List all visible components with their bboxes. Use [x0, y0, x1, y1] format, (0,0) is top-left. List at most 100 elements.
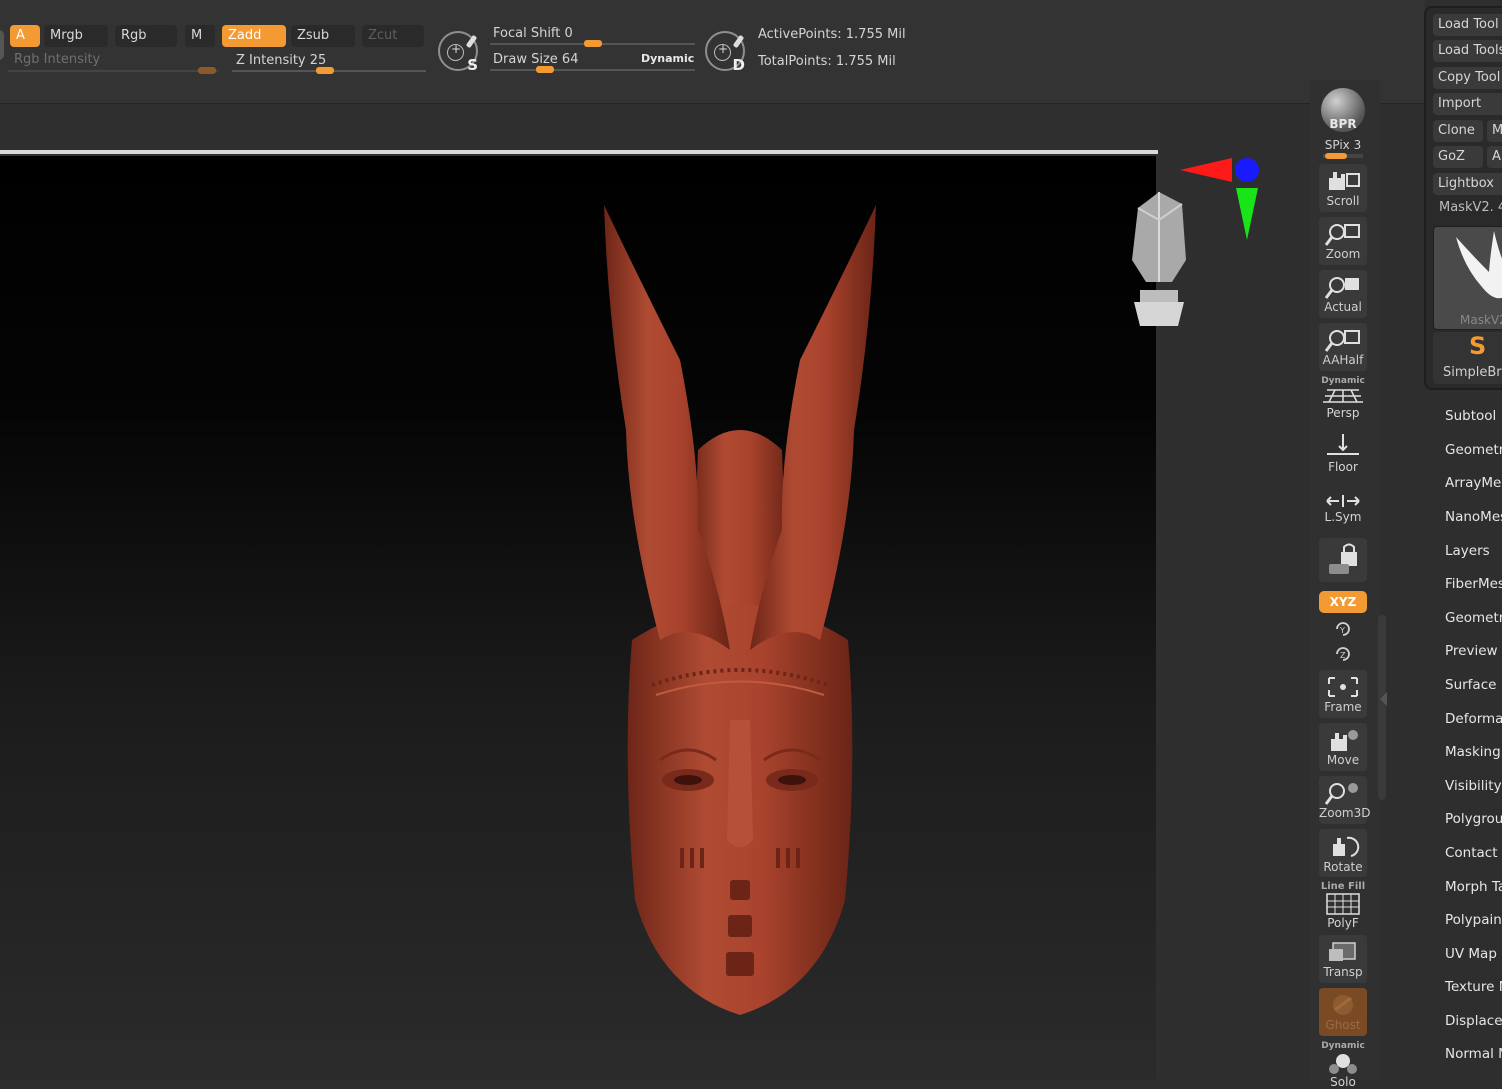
- aahalf-label: AAHalf: [1322, 353, 1364, 367]
- menu-geometry[interactable]: Geometry: [1445, 442, 1502, 458]
- menu-masking[interactable]: Masking: [1445, 744, 1501, 760]
- draw-size-slider[interactable]: [490, 69, 695, 71]
- simplebrush-thumbnail[interactable]: S SimpleBrush: [1433, 332, 1502, 384]
- left-horn: [604, 205, 730, 650]
- menu-normal-map[interactable]: Normal Map: [1445, 1046, 1502, 1062]
- d-key-label: D: [732, 56, 745, 74]
- make-polymesh-button[interactable]: M: [1487, 120, 1502, 142]
- z-rotation-button[interactable]: Z: [1318, 645, 1368, 663]
- floor-label: Floor: [1328, 460, 1358, 474]
- frame-button[interactable]: Frame: [1319, 670, 1367, 718]
- draw-size-text: Draw Size: [493, 52, 558, 67]
- rgb-intensity-slider[interactable]: [8, 70, 218, 72]
- menu-nanomesh[interactable]: NanoMesh: [1445, 509, 1502, 525]
- menu-deformation[interactable]: Deformation: [1445, 711, 1502, 727]
- persp-button[interactable]: Dynamic Persp: [1318, 377, 1368, 420]
- z-intensity-knob[interactable]: [316, 67, 334, 74]
- load-tool-button[interactable]: Load Tool: [1433, 14, 1502, 36]
- ghost-button[interactable]: Ghost: [1319, 988, 1367, 1036]
- floor-grid-icon: [1327, 434, 1359, 455]
- top-shelf: A Mrgb Rgb M Zadd Zsub Zcut Rgb Intensit…: [0, 0, 1425, 104]
- tool-menu-list: Subtool Geometry ArrayMesh NanoMesh Laye…: [1430, 395, 1502, 1080]
- solo-button[interactable]: Dynamic Solo: [1318, 1042, 1368, 1089]
- draw-size-lock-button[interactable]: D: [705, 31, 745, 74]
- zsub-button[interactable]: Zsub: [291, 25, 355, 47]
- mrgb-button[interactable]: Mrgb: [44, 25, 108, 47]
- render-sphere-icon: BPR: [1321, 88, 1365, 132]
- rgb-intensity-knob[interactable]: [198, 67, 216, 74]
- bpr-button[interactable]: BPR: [1318, 88, 1368, 132]
- zoom3d-icon: [1324, 783, 1358, 805]
- actual-label: Actual: [1324, 300, 1362, 314]
- y-rotation-button[interactable]: Y: [1318, 620, 1368, 638]
- menu-contact[interactable]: Contact: [1445, 845, 1498, 861]
- dynamic-toggle[interactable]: Dynamic: [641, 52, 694, 65]
- zcut-button[interactable]: Zcut: [362, 25, 424, 47]
- menu-polygroups[interactable]: Polygroups: [1445, 811, 1502, 827]
- menu-layers[interactable]: Layers: [1445, 543, 1490, 559]
- move-button[interactable]: Move: [1319, 723, 1367, 771]
- goz-button[interactable]: GoZ: [1433, 146, 1483, 168]
- rgb-button[interactable]: Rgb: [115, 25, 177, 47]
- xyz-rotation-button[interactable]: XYZ: [1319, 591, 1367, 613]
- menu-fibermesh[interactable]: FiberMesh: [1445, 576, 1502, 592]
- menu-preview[interactable]: Preview: [1445, 643, 1498, 659]
- copy-tool-button[interactable]: Copy Tool: [1433, 67, 1502, 89]
- magnifier-icon: [1324, 224, 1360, 246]
- load-tools-button[interactable]: Load Tools: [1433, 40, 1502, 62]
- current-tool-name: MaskV2. 4: [1439, 200, 1502, 215]
- menu-texture-map[interactable]: Texture Map: [1445, 979, 1502, 995]
- draw-size-label: Draw Size 64: [493, 52, 578, 67]
- draw-size-knob[interactable]: [536, 66, 554, 73]
- ghost-label: Ghost: [1325, 1018, 1361, 1032]
- aahalf-button[interactable]: AAHalf: [1319, 323, 1367, 371]
- frame-label: Frame: [1324, 700, 1362, 714]
- menu-uv-map[interactable]: UV Map: [1445, 946, 1497, 962]
- draw-size-value: 64: [561, 52, 579, 67]
- current-tool-thumbnail[interactable]: MaskV2: [1433, 226, 1502, 330]
- polyf-button[interactable]: Line Fill PolyF: [1318, 882, 1368, 930]
- actual-button[interactable]: Actual: [1319, 270, 1367, 318]
- spix-knob[interactable]: [1325, 153, 1347, 159]
- document-canvas[interactable]: [0, 156, 1156, 1080]
- scroll-button[interactable]: Scroll: [1319, 164, 1367, 212]
- shelf-edge-handle[interactable]: [0, 30, 4, 60]
- zoom-label: Zoom: [1325, 247, 1361, 261]
- menu-arraymesh[interactable]: ArrayMesh: [1445, 475, 1502, 491]
- zoom3d-button[interactable]: Zoom3D: [1319, 776, 1370, 824]
- menu-morph-target[interactable]: Morph Target: [1445, 879, 1502, 895]
- mask-model[interactable]: [590, 200, 890, 1020]
- focal-shift-lock-button[interactable]: S: [438, 31, 478, 74]
- a-toggle-button[interactable]: A: [10, 25, 40, 47]
- spix-slider[interactable]: SPix 3: [1318, 138, 1368, 159]
- rotate-icon: [1333, 836, 1360, 857]
- m-button[interactable]: M: [185, 25, 215, 47]
- menu-displacement-map[interactable]: Displacement Map: [1445, 1013, 1502, 1029]
- menu-polypaint[interactable]: Polypaint: [1445, 912, 1502, 928]
- zadd-button[interactable]: Zadd: [222, 25, 286, 47]
- focal-shift-knob[interactable]: [584, 40, 602, 47]
- hand-scroll-icon: [1329, 172, 1360, 190]
- menu-geometry-hd[interactable]: Geometry HD: [1445, 610, 1502, 626]
- import-button[interactable]: Import: [1433, 93, 1502, 115]
- persp-label: Persp: [1326, 406, 1360, 420]
- menu-visibility[interactable]: Visibility: [1445, 778, 1502, 794]
- menu-surface[interactable]: Surface: [1445, 677, 1496, 693]
- shelf-scrollbar[interactable]: [1378, 615, 1386, 800]
- local-transform-button[interactable]: [1319, 538, 1367, 582]
- zoom-button[interactable]: Zoom: [1319, 217, 1367, 265]
- floor-button[interactable]: Floor: [1318, 430, 1368, 474]
- menu-subtool[interactable]: Subtool: [1445, 408, 1496, 424]
- collapse-arrow-icon[interactable]: [1380, 692, 1387, 706]
- goz-all-button[interactable]: All: [1487, 146, 1502, 168]
- axis-gizmo[interactable]: [1175, 150, 1270, 245]
- lsym-button[interactable]: L.Sym: [1318, 492, 1368, 524]
- spix-track[interactable]: [1323, 153, 1363, 159]
- rotate-button[interactable]: Rotate: [1319, 829, 1367, 877]
- transp-button[interactable]: Transp: [1319, 935, 1367, 983]
- lock-camera-icon: [1329, 543, 1357, 574]
- z-intensity-value: 25: [309, 53, 327, 68]
- line-fill-tag: Line Fill: [1320, 881, 1366, 892]
- lightbox-button[interactable]: Lightbox: [1433, 173, 1502, 195]
- clone-button[interactable]: Clone: [1433, 120, 1483, 142]
